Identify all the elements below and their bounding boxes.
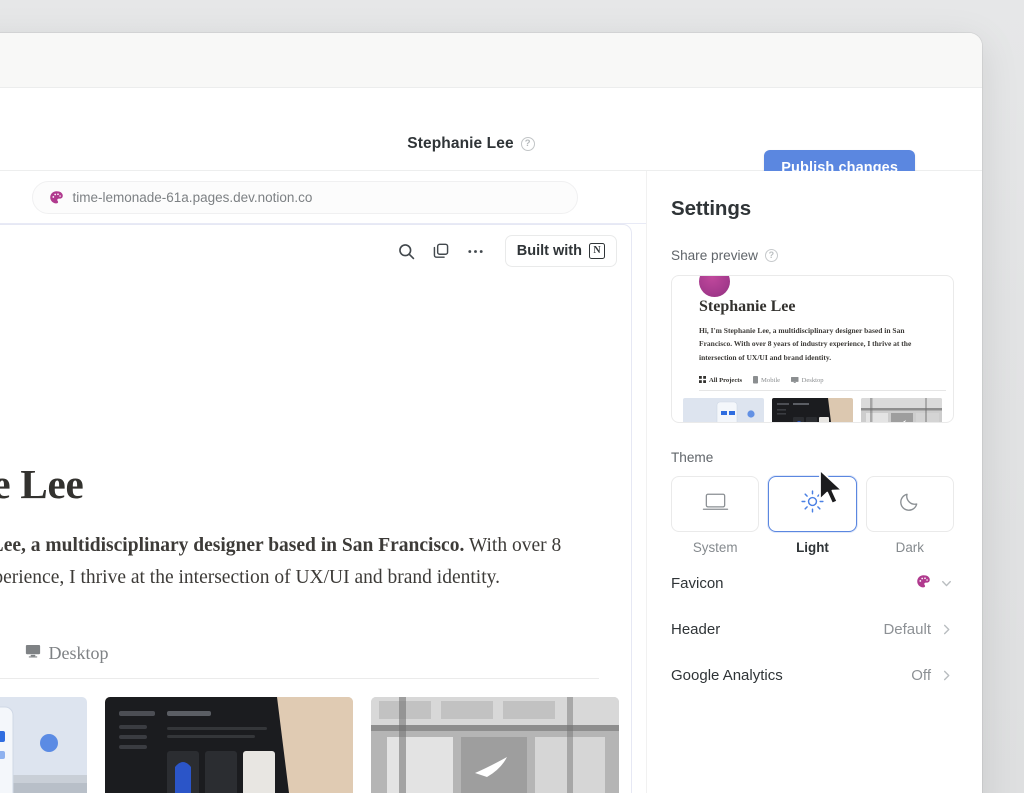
screen: Stephanie Lee ? Publish changes	[0, 0, 1024, 793]
settings-panel: Settings Share preview ? Stephanie Lee H…	[646, 171, 982, 793]
notion-logo-icon: N	[589, 243, 605, 259]
share-card-tab-label: Desktop	[802, 377, 824, 384]
share-preview-card[interactable]: Stephanie Lee Hi, I'm Stephanie Lee, a m…	[671, 275, 954, 423]
theme-selector: System L	[671, 476, 954, 555]
settings-row-google-analytics[interactable]: Google Analytics Off	[671, 658, 954, 693]
app-window: Stephanie Lee ? Publish changes	[0, 33, 982, 793]
share-card-divider	[699, 390, 946, 391]
share-card-thumbnails	[683, 398, 953, 423]
theme-option-dark-box	[866, 476, 954, 532]
theme-label-row: Theme	[671, 450, 954, 465]
share-card-tab-label: Mobile	[761, 377, 780, 384]
question-circle-icon[interactable]: ?	[521, 137, 535, 151]
built-with-notion-button[interactable]: Built with N	[505, 235, 617, 267]
laptop-icon	[702, 491, 729, 518]
site-thumbnail-row	[0, 697, 591, 793]
site-intro-bold: Hi, I'm Stephanie Lee, a multidisciplina…	[0, 535, 464, 556]
settings-row-favicon[interactable]: Favicon	[671, 566, 954, 601]
settings-row-google-analytics-value: Off	[911, 667, 954, 684]
theme-option-light-box	[768, 476, 856, 532]
thumbnail-nike-storefront-bw[interactable]	[371, 697, 619, 793]
site-tab-label: Desktop	[49, 643, 109, 664]
site-toolbar: Built with N	[397, 235, 617, 267]
share-card-tab-label: All Projects	[709, 377, 742, 384]
theme-option-system[interactable]: System	[671, 476, 759, 555]
window-top-strip	[0, 33, 982, 88]
settings-row-google-analytics-value-text: Off	[911, 667, 931, 684]
grid-icon	[699, 376, 706, 385]
url-bar[interactable]: time-lemonade-61a.pages.dev.notion.co	[32, 181, 578, 214]
thumbnail-laptop-dark-dashboard[interactable]	[105, 697, 353, 793]
thumbnail-phone-in-hand-wireframe	[683, 398, 764, 423]
share-card-title: Stephanie Lee	[699, 298, 953, 316]
question-circle-icon[interactable]: ?	[765, 249, 778, 262]
settings-row-header-label: Header	[671, 621, 720, 638]
site-tab-mobile[interactable]: Mobile	[0, 643, 1, 664]
url-text: time-lemonade-61a.pages.dev.notion.co	[73, 190, 313, 205]
share-preview-label-row: Share preview ?	[671, 248, 954, 263]
theme-option-system-box	[671, 476, 759, 532]
share-card-body: Hi, I'm Stephanie Lee, a multidisciplina…	[699, 324, 939, 364]
settings-row-header-value-text: Default	[883, 621, 931, 638]
chevron-down-icon	[939, 576, 954, 591]
settings-row-header[interactable]: Header Default	[671, 612, 954, 647]
settings-row-favicon-value	[916, 574, 954, 593]
site-tab-label: Mobile	[0, 643, 1, 664]
page-title: Stephanie Lee	[407, 135, 513, 153]
theme-option-light[interactable]: Light	[768, 476, 856, 555]
share-card-tab-mobile: Mobile	[753, 376, 780, 386]
share-card-tab-desktop: Desktop	[791, 377, 823, 386]
palette-icon	[916, 574, 931, 593]
palette-icon	[49, 190, 64, 205]
site-content: Stephanie Lee Hi, I'm Stephanie Lee, a m…	[0, 277, 631, 793]
theme-label: Theme	[671, 450, 713, 465]
monitor-icon	[25, 643, 41, 664]
settings-row-header-value: Default	[883, 621, 954, 638]
app-header: Stephanie Lee ? Publish changes	[0, 88, 982, 171]
avatar	[699, 275, 730, 297]
copy-icon[interactable]	[432, 242, 450, 260]
site-frame: Built with N Stephanie Lee Hi, I'm Steph…	[0, 224, 632, 793]
mobile-icon	[753, 376, 758, 386]
moon-icon	[898, 490, 921, 518]
site-intro: Hi, I'm Stephanie Lee, a multidisciplina…	[0, 530, 591, 593]
theme-option-dark-label: Dark	[866, 540, 954, 555]
site-tabs-divider	[0, 678, 599, 679]
settings-title: Settings	[671, 197, 954, 221]
sun-icon	[800, 489, 825, 519]
theme-option-system-label: System	[671, 540, 759, 555]
chevron-right-icon	[939, 668, 954, 683]
thumbnail-laptop-dark-dashboard	[772, 398, 853, 423]
monitor-icon	[791, 377, 799, 386]
site-tab-desktop[interactable]: Desktop	[25, 643, 109, 664]
share-card-tabs: All Projects Mobile Desktop	[699, 376, 953, 386]
site-heading: Stephanie Lee	[0, 460, 591, 508]
theme-option-dark[interactable]: Dark	[866, 476, 954, 555]
thumbnail-nike-storefront-bw	[861, 398, 942, 423]
built-with-label: Built with	[517, 243, 582, 259]
share-card-tab-all-projects: All Projects	[699, 376, 742, 385]
settings-row-favicon-label: Favicon	[671, 575, 724, 592]
settings-row-google-analytics-label: Google Analytics	[671, 667, 783, 684]
site-preview-pane: time-lemonade-61a.pages.dev.notion.co	[0, 171, 646, 793]
site-tab-strip: All Projects Mobile	[0, 643, 591, 664]
ellipsis-icon[interactable]	[466, 242, 485, 261]
search-icon[interactable]	[397, 242, 416, 261]
url-bar-row: time-lemonade-61a.pages.dev.notion.co	[0, 171, 646, 224]
thumbnail-phone-in-hand-wireframe[interactable]	[0, 697, 87, 793]
chevron-right-icon	[939, 622, 954, 637]
theme-option-light-label: Light	[768, 540, 856, 555]
share-preview-label: Share preview	[671, 248, 758, 263]
